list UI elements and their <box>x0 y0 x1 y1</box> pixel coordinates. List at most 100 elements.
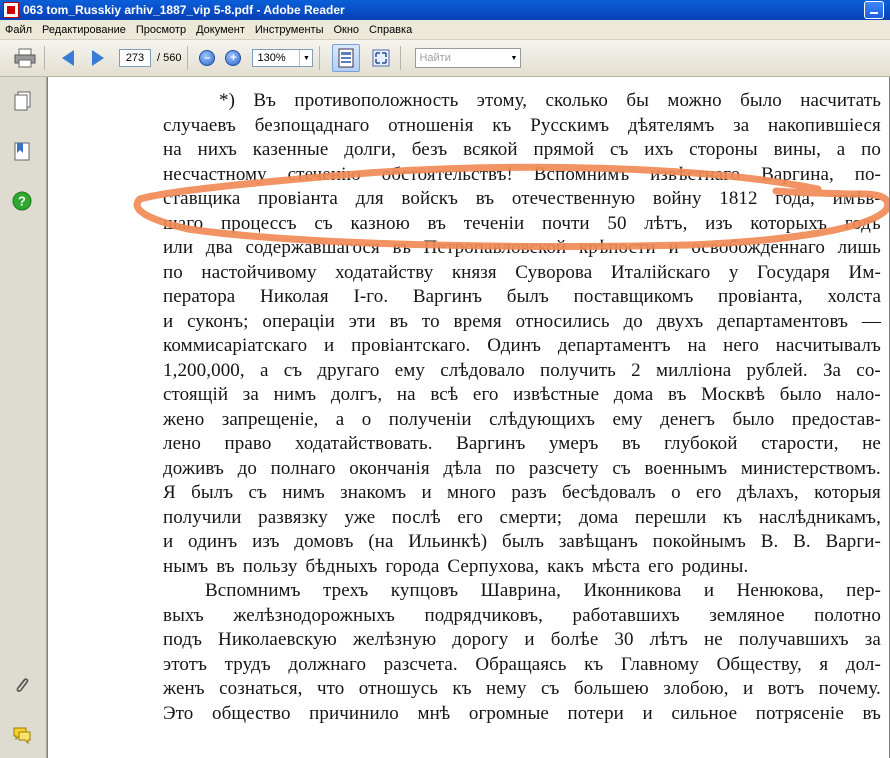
text-word: Ильинкѣ) <box>408 531 488 552</box>
text-word: министерствомъ. <box>740 457 881 479</box>
text-word: со- <box>856 359 881 381</box>
text-word: полнаго <box>270 457 336 479</box>
text-word: разъ <box>511 482 547 503</box>
text-word: Николая <box>260 286 329 307</box>
text-word: провіанта, <box>718 286 803 307</box>
text-word: умеръ <box>548 433 599 454</box>
page-number-input[interactable]: 273 <box>119 49 151 67</box>
text-word: двухъ <box>656 310 704 332</box>
next-page-button[interactable] <box>85 45 111 71</box>
navigation-pane: ? <box>0 77 47 758</box>
menu-help[interactable]: Справка <box>364 24 417 36</box>
zoom-out-button[interactable]: – <box>194 45 220 71</box>
text-word: и <box>668 237 679 258</box>
page-total: / 560 <box>157 52 182 64</box>
text-word: послѣ <box>391 506 441 528</box>
text-word: поставщикомъ <box>573 286 694 307</box>
text-word: въ <box>389 310 409 332</box>
printer-icon <box>14 48 36 68</box>
fit-page-button[interactable] <box>332 44 361 72</box>
text-word: о <box>361 408 372 430</box>
text-word: развязку <box>258 506 328 528</box>
text-word: ихъ <box>644 139 674 160</box>
text-word: — <box>861 310 881 332</box>
text-word: прямой <box>533 139 595 160</box>
text-line: этотъ трудъ должнаго разсчета. Обращаясь къ Гл… <box>163 653 881 678</box>
text-word: причинило <box>309 702 399 724</box>
bookmarks-icon[interactable] <box>12 141 32 161</box>
svg-text:?: ? <box>18 194 26 209</box>
text-word: мѣста <box>591 555 641 577</box>
text-word: изъ <box>705 212 733 234</box>
text-line: жено запрещеніе, а о полученіи слѣдующихъ ему д… <box>163 408 881 433</box>
text-word: должнаго <box>288 653 367 675</box>
text-word: этотъ <box>163 653 208 675</box>
text-word: содержавшагося <box>245 237 380 258</box>
zoom-select[interactable]: 130% ▼ <box>252 49 314 67</box>
print-button[interactable] <box>12 45 38 71</box>
text-word: потрясеніе <box>755 702 844 724</box>
text-line: случаевъ безпощаднаго отношенія къ Русскимъ д… <box>163 114 881 139</box>
text-line: и одинъ изъ домовъ (на Ильинкѣ) былъ завѣщанъ по… <box>163 530 881 555</box>
zoom-in-button[interactable]: + <box>220 45 246 71</box>
text-word: другаго <box>317 359 380 381</box>
text-word: въ <box>862 702 881 724</box>
text-word: дома <box>613 384 654 405</box>
text-word: его <box>457 506 483 528</box>
text-word: Шаврина, <box>480 580 561 601</box>
text-word: 30 <box>614 629 634 650</box>
text-word: Иконникова <box>583 580 682 601</box>
text-word: Москвѣ <box>701 384 766 405</box>
text-word: знакомъ <box>340 482 407 503</box>
text-word: время <box>453 310 502 332</box>
zoom-in-icon: + <box>225 50 242 66</box>
text-word: одинъ <box>188 531 238 552</box>
text-word: теченіи <box>463 212 525 234</box>
text-word: въ <box>667 384 687 405</box>
fullscreen-button[interactable] <box>368 45 394 71</box>
text-word: перешли <box>634 506 707 528</box>
menu-window[interactable]: Окно <box>328 24 364 36</box>
text-word: къ <box>584 653 604 675</box>
text-word: казенные <box>252 139 329 160</box>
acrobat-icon <box>3 2 19 18</box>
zoom-value: 130% <box>257 52 286 64</box>
comments-icon[interactable] <box>12 725 32 745</box>
menu-tools[interactable]: Инструменты <box>250 24 329 36</box>
document-view[interactable]: *) Въ противоположность этому, сколько бы можн… <box>47 77 890 758</box>
text-word: него <box>723 335 759 356</box>
text-word: и <box>163 531 174 552</box>
text-word: Обращаясь <box>475 653 567 675</box>
text-line: женъ сознаться, что отношусь къ нему съ большею… <box>163 677 881 702</box>
text-word: получили <box>163 506 242 528</box>
text-line: получили развязку уже послѣ его смерти; дома пе… <box>163 506 881 531</box>
text-word: трехъ <box>323 580 369 601</box>
text-word: дорогу <box>452 629 509 650</box>
text-word: которыя <box>814 482 881 503</box>
help-icon[interactable]: ? <box>12 191 32 211</box>
text-word: почти <box>542 212 590 234</box>
menu-view[interactable]: Просмотр <box>131 24 191 36</box>
text-word: лѣтъ <box>649 629 688 650</box>
text-word: *) <box>219 90 236 111</box>
text-word: департаментовъ <box>717 310 848 332</box>
pdf-page: *) Въ противоположность этому, сколько бы можн… <box>48 77 889 758</box>
menu-edit[interactable]: Редактирование <box>37 24 131 36</box>
menu-file[interactable]: Файл <box>0 24 37 36</box>
pages-icon[interactable] <box>12 91 32 111</box>
find-input[interactable]: Найти ▼ <box>415 48 522 68</box>
text-word: Въ <box>253 90 277 111</box>
text-word: злобою, <box>663 678 729 699</box>
text-word: провіанта <box>258 188 338 209</box>
text-word: военнымъ <box>644 457 728 479</box>
text-word: въ <box>622 433 641 454</box>
minimize-button[interactable] <box>864 1 884 19</box>
attachments-icon[interactable] <box>12 675 32 695</box>
text-word: войну <box>652 188 702 209</box>
text-word: вины, <box>773 139 821 160</box>
text-word: доживъ <box>163 457 224 479</box>
previous-page-button[interactable] <box>55 45 81 71</box>
text-word: Обществу, <box>716 653 802 675</box>
menu-document[interactable]: Документ <box>191 24 250 36</box>
text-word: долгъ, <box>330 384 383 405</box>
